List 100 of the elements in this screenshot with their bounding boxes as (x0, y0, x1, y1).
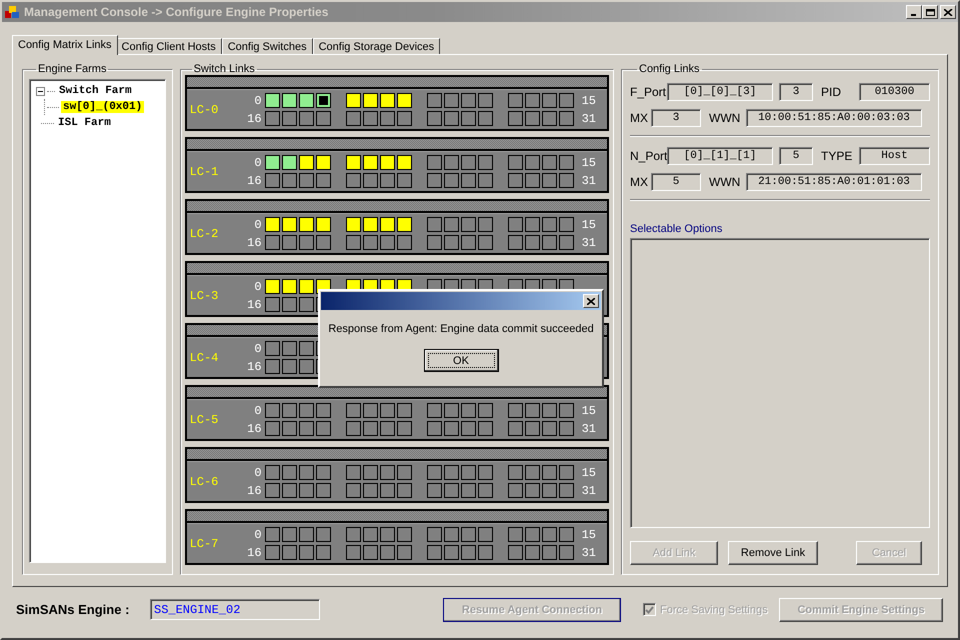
port-cell[interactable] (380, 421, 395, 436)
port-cell[interactable] (346, 111, 361, 126)
port-cell[interactable] (558, 111, 574, 126)
tree-item[interactable]: sw[0]_(0x01) (61, 101, 144, 113)
port-cell[interactable] (264, 235, 280, 250)
port-cell[interactable] (362, 173, 378, 188)
port-cell[interactable] (426, 545, 442, 560)
port-cell[interactable] (460, 545, 476, 560)
port-cell[interactable] (298, 359, 314, 374)
port-cell[interactable] (380, 111, 395, 126)
port-cell[interactable] (444, 235, 459, 250)
port-cell[interactable] (316, 155, 331, 170)
port-cell[interactable] (508, 483, 523, 498)
port-cell[interactable] (558, 421, 574, 436)
port-cell[interactable] (444, 483, 459, 498)
port-cell[interactable] (460, 527, 476, 542)
port-cell[interactable] (264, 421, 280, 436)
port-cell[interactable] (426, 155, 442, 170)
port-cell[interactable] (264, 279, 280, 294)
port-cell[interactable] (282, 545, 297, 560)
port-cell[interactable] (316, 403, 331, 418)
port-cell[interactable] (264, 341, 280, 356)
port-cell[interactable] (396, 403, 412, 418)
port-cell[interactable] (316, 545, 331, 560)
collapse-icon[interactable] (36, 86, 45, 96)
port-cell[interactable] (478, 155, 493, 170)
port-cell[interactable] (396, 155, 412, 170)
port-cell[interactable] (380, 173, 395, 188)
port-cell[interactable] (362, 545, 378, 560)
port-cell[interactable] (558, 465, 574, 480)
port-cell[interactable] (460, 111, 476, 126)
action-button[interactable]: Remove Link (728, 541, 818, 565)
port-cell[interactable] (282, 341, 297, 356)
port-cell[interactable] (264, 155, 280, 170)
port-cell[interactable] (282, 465, 297, 480)
port-cell[interactable] (508, 217, 523, 232)
port-cell[interactable] (298, 403, 314, 418)
port-cell[interactable] (396, 93, 412, 108)
port-cell[interactable] (508, 527, 523, 542)
port-cell[interactable] (542, 217, 557, 232)
port-cell[interactable] (346, 545, 361, 560)
port-cell[interactable] (380, 545, 395, 560)
port-cell[interactable] (298, 235, 314, 250)
port-cell[interactable] (362, 465, 378, 480)
port-cell[interactable] (524, 527, 540, 542)
port-cell[interactable] (362, 217, 378, 232)
port-cell[interactable] (478, 545, 493, 560)
port-cell[interactable] (346, 173, 361, 188)
port-cell[interactable] (316, 527, 331, 542)
port-cell[interactable] (346, 465, 361, 480)
port-cell[interactable] (444, 465, 459, 480)
tab[interactable]: Config Switches (222, 38, 313, 55)
port-cell[interactable] (426, 93, 442, 108)
port-cell[interactable] (282, 93, 297, 108)
port-cell[interactable] (558, 173, 574, 188)
ok-button[interactable]: OK (424, 349, 498, 372)
port-cell[interactable] (362, 155, 378, 170)
port-cell[interactable] (542, 465, 557, 480)
port-cell[interactable] (264, 111, 280, 126)
port-cell[interactable] (460, 421, 476, 436)
port-cell[interactable] (460, 465, 476, 480)
port-cell[interactable] (444, 545, 459, 560)
port-cell[interactable] (282, 421, 297, 436)
port-cell[interactable] (396, 465, 412, 480)
port-cell[interactable] (460, 235, 476, 250)
port-cell[interactable] (426, 403, 442, 418)
port-cell[interactable] (542, 235, 557, 250)
port-cell[interactable] (298, 173, 314, 188)
port-cell[interactable] (444, 421, 459, 436)
port-cell[interactable] (396, 111, 412, 126)
minimize-button[interactable] (906, 5, 922, 19)
port-cell[interactable] (460, 155, 476, 170)
port-cell[interactable] (524, 545, 540, 560)
port-cell[interactable] (380, 403, 395, 418)
port-cell[interactable] (558, 483, 574, 498)
port-cell[interactable] (380, 465, 395, 480)
port-cell[interactable] (524, 155, 540, 170)
port-cell[interactable] (362, 235, 378, 250)
port-cell[interactable] (380, 235, 395, 250)
port-cell[interactable] (362, 111, 378, 126)
tab[interactable]: Config Storage Devices (312, 38, 440, 55)
port-cell[interactable] (346, 483, 361, 498)
port-cell[interactable] (264, 465, 280, 480)
port-cell[interactable] (316, 483, 331, 498)
port-cell[interactable] (298, 483, 314, 498)
port-cell[interactable] (558, 93, 574, 108)
port-cell[interactable] (362, 527, 378, 542)
close-button[interactable] (940, 5, 956, 19)
port-cell[interactable] (524, 235, 540, 250)
port-cell[interactable] (444, 217, 459, 232)
port-cell[interactable] (508, 235, 523, 250)
port-cell[interactable] (346, 217, 361, 232)
port-cell[interactable] (298, 341, 314, 356)
port-cell[interactable] (508, 421, 523, 436)
port-cell[interactable] (282, 403, 297, 418)
port-cell[interactable] (282, 527, 297, 542)
port-cell[interactable] (524, 483, 540, 498)
port-cell[interactable] (282, 173, 297, 188)
port-cell[interactable] (316, 421, 331, 436)
port-cell[interactable] (558, 527, 574, 542)
